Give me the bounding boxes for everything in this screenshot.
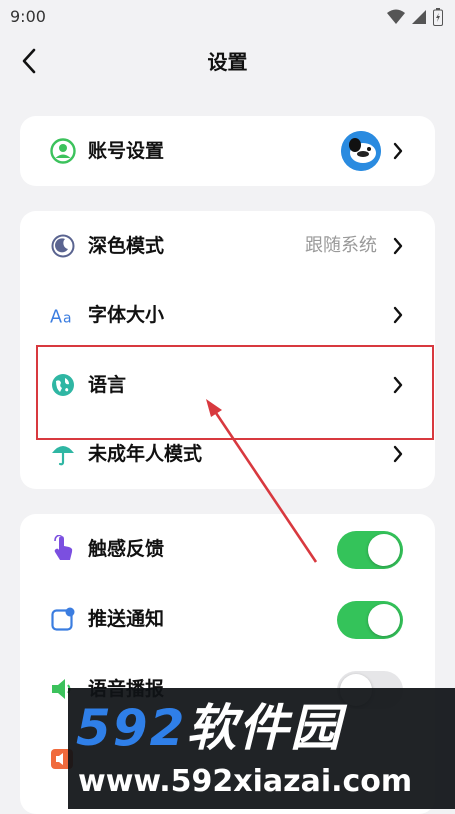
umbrella-icon — [50, 441, 76, 467]
moon-icon — [50, 233, 76, 259]
watermark-logo: 592软件园 — [76, 699, 343, 757]
push-notification-row: 推送通知 — [20, 584, 435, 654]
touch-icon — [50, 535, 76, 562]
push-notification-label: 推送通知 — [88, 608, 165, 630]
app-header: 设置 — [0, 34, 455, 88]
haptic-feedback-row: 触感反馈 — [20, 514, 435, 584]
account-settings-label: 账号设置 — [88, 140, 165, 162]
haptic-feedback-toggle[interactable] — [337, 531, 403, 569]
watermark: 592软件园 www.592xiazai.com — [68, 688, 455, 809]
chevron-right-icon — [393, 445, 403, 463]
account-settings-row[interactable]: 账号设置 — [20, 116, 435, 186]
dark-mode-label: 深色模式 — [88, 235, 165, 257]
status-bar: 9:00 — [0, 0, 455, 34]
chevron-right-icon — [393, 142, 403, 160]
page-title: 设置 — [207, 50, 248, 74]
toggle-knob — [368, 604, 400, 636]
battery-icon — [433, 8, 443, 26]
avatar — [341, 131, 381, 171]
dark-mode-row[interactable]: 深色模式 跟随系统 — [20, 211, 435, 281]
account-card: 账号设置 — [20, 116, 435, 186]
language-highlight-box — [36, 345, 434, 440]
svg-text:a: a — [63, 310, 72, 326]
font-size-icon: Aa — [50, 302, 76, 328]
chevron-right-icon — [393, 237, 403, 255]
wifi-icon — [387, 9, 405, 24]
signal-icon — [412, 10, 426, 24]
font-size-row[interactable]: Aa 字体大小 — [20, 280, 435, 350]
user-icon — [50, 138, 76, 164]
status-icons — [387, 8, 443, 26]
svg-text:A: A — [50, 307, 62, 326]
push-notification-toggle[interactable] — [337, 601, 403, 639]
minor-mode-label: 未成年人模式 — [88, 443, 203, 465]
haptic-feedback-label: 触感反馈 — [88, 538, 165, 560]
status-time: 9:00 — [10, 7, 46, 26]
toggle-knob — [368, 534, 400, 566]
dark-mode-value: 跟随系统 — [305, 235, 377, 256]
chevron-right-icon — [393, 306, 403, 324]
notification-icon — [50, 606, 76, 632]
font-size-label: 字体大小 — [88, 304, 165, 326]
watermark-url: www.592xiazai.com — [78, 764, 413, 799]
